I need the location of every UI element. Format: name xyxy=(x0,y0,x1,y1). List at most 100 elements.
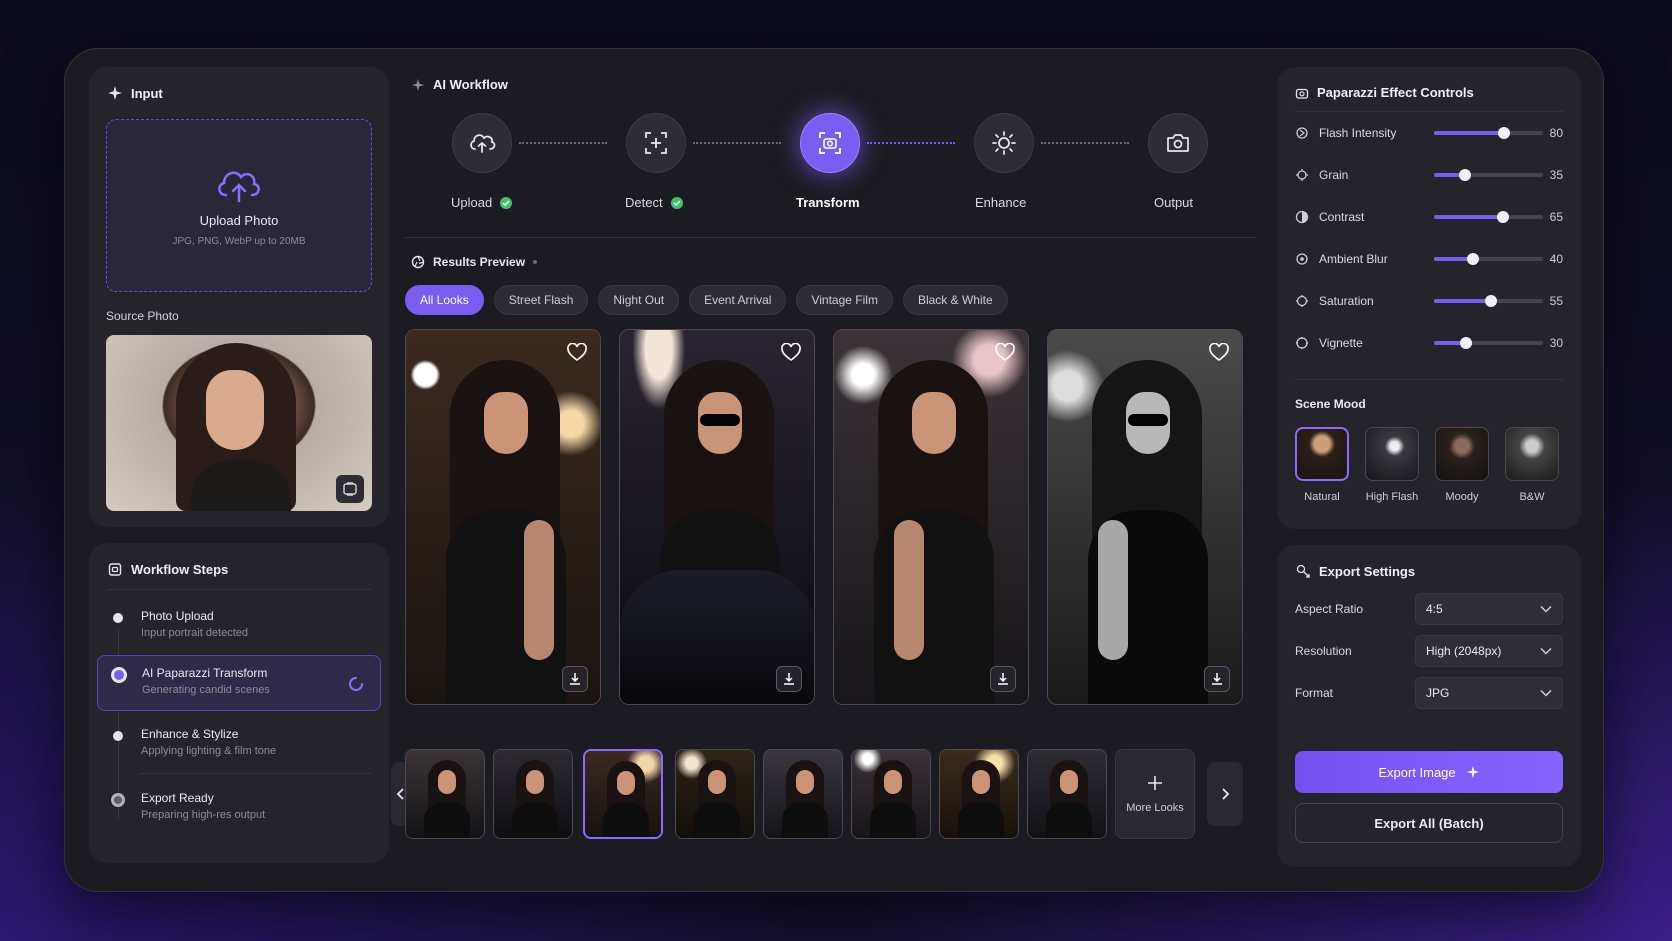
download-icon[interactable] xyxy=(776,666,802,692)
resolution-select[interactable]: High (2048px) xyxy=(1415,635,1563,667)
focus-camera-icon xyxy=(801,114,859,172)
step-photo-upload[interactable]: Photo Upload Input portrait detected xyxy=(97,599,381,655)
control-flash-intensity: Flash Intensity 80 xyxy=(1295,123,1563,143)
workflow-node-enhance[interactable] xyxy=(974,113,1034,173)
clipboard-icon xyxy=(107,561,123,577)
contrast-slider[interactable] xyxy=(1434,211,1544,223)
plus-icon xyxy=(1146,774,1164,792)
thumbnail[interactable] xyxy=(405,749,485,839)
chevron-down-icon xyxy=(1540,689,1552,697)
face-scan-icon xyxy=(627,114,685,172)
filter-chip-vintage-film[interactable]: Vintage Film xyxy=(796,285,893,315)
flash-intensity-slider[interactable] xyxy=(1434,127,1544,139)
download-icon[interactable] xyxy=(1204,666,1230,692)
ambient-blur-slider[interactable] xyxy=(1434,253,1544,265)
saturation-icon xyxy=(1295,294,1309,308)
thumbnail[interactable] xyxy=(763,749,843,839)
thumbnail-selected[interactable] xyxy=(583,749,663,839)
download-icon[interactable] xyxy=(990,666,1016,692)
upload-hint: JPG, PNG, WebP up to 20MB xyxy=(172,235,306,247)
node-label-transform: Transform xyxy=(796,195,860,210)
cloud-upload-icon xyxy=(453,114,511,172)
mood-bw[interactable]: B&W xyxy=(1505,427,1559,503)
thumbnail[interactable] xyxy=(851,749,931,839)
scene-mood-title: Scene Mood xyxy=(1295,397,1366,411)
more-looks-button[interactable]: More Looks xyxy=(1115,749,1195,839)
export-settings-panel: Export Settings Aspect Ratio 4:5 Resolut… xyxy=(1277,545,1581,867)
cloud-upload-icon xyxy=(214,165,264,205)
workflow-steps-panel: Workflow Steps Photo Upload Input portra… xyxy=(89,543,389,863)
thumbnail[interactable] xyxy=(493,749,573,839)
workflow-node-transform[interactable] xyxy=(800,113,860,173)
loading-spinner-icon xyxy=(348,676,364,692)
workflow-node-upload[interactable] xyxy=(452,113,512,173)
mood-natural[interactable]: Natural xyxy=(1295,427,1349,503)
saturation-slider[interactable] xyxy=(1434,295,1544,307)
step-export-ready[interactable]: Export Ready Preparing high-res output xyxy=(97,781,381,837)
grain-slider[interactable] xyxy=(1434,169,1544,181)
download-icon[interactable] xyxy=(562,666,588,692)
filter-chip-night-out[interactable]: Night Out xyxy=(598,285,680,315)
upload-title: Upload Photo xyxy=(199,212,279,228)
node-label-output: Output xyxy=(1154,195,1194,210)
export-settings-header: Export Settings xyxy=(1295,563,1415,579)
control-grain: Grain 35 xyxy=(1295,165,1563,185)
step-ai-paparazzi-transform[interactable]: AI Paparazzi Transform Generating candid… xyxy=(97,655,381,711)
chevron-down-icon xyxy=(1540,647,1552,655)
filter-chip-all-looks[interactable]: All Looks xyxy=(405,285,484,315)
chevron-down-icon xyxy=(1540,605,1552,613)
thumbnail[interactable] xyxy=(1027,749,1107,839)
heart-icon[interactable] xyxy=(780,342,802,364)
node-label-detect: Detect xyxy=(625,195,683,210)
mood-high-flash[interactable]: High Flash xyxy=(1365,427,1419,503)
sparkle-icon xyxy=(411,78,425,92)
step-enhance-stylize[interactable]: Enhance & Stylize Applying lighting & fi… xyxy=(97,717,381,773)
vignette-icon xyxy=(1295,336,1309,350)
thumbnail-next-button[interactable] xyxy=(1207,762,1243,826)
node-label-enhance: Enhance xyxy=(975,195,1027,210)
result-card[interactable] xyxy=(1047,329,1243,705)
workflow-node-detect[interactable] xyxy=(626,113,686,173)
chevron-right-icon xyxy=(1220,787,1230,801)
format-select[interactable]: JPG xyxy=(1415,677,1563,709)
control-saturation: Saturation 55 xyxy=(1295,291,1563,311)
result-card[interactable] xyxy=(405,329,601,705)
upload-dropzone[interactable]: Upload Photo JPG, PNG, WebP up to 20MB xyxy=(106,119,372,292)
filter-chip-black-white[interactable]: Black & White xyxy=(902,285,1008,315)
workflow-steps-header: Workflow Steps xyxy=(107,561,228,577)
more-looks-label: More Looks xyxy=(1126,802,1184,814)
vignette-slider[interactable] xyxy=(1434,337,1544,349)
ai-workflow-title: AI Workflow xyxy=(433,77,508,92)
app-window: Input Upload Photo JPG, PNG, WebP up to … xyxy=(64,48,1604,892)
sun-icon xyxy=(975,114,1033,172)
control-ambient-blur: Ambient Blur 40 xyxy=(1295,249,1563,269)
aspect-ratio-select[interactable]: 4:5 xyxy=(1415,593,1563,625)
export-image-button[interactable]: Export Image xyxy=(1295,751,1563,793)
heart-icon[interactable] xyxy=(566,342,588,364)
paparazzi-effect-controls-panel: Paparazzi Effect Controls Flash Intensit… xyxy=(1277,67,1581,529)
format-row: Format JPG xyxy=(1295,677,1563,709)
filter-chip-street-flash[interactable]: Street Flash xyxy=(493,285,589,315)
export-settings-title: Export Settings xyxy=(1319,563,1416,579)
sparkle-icon xyxy=(1466,765,1480,779)
check-icon xyxy=(670,196,683,209)
source-photo-label: Source Photo xyxy=(106,309,179,323)
export-all-batch-button[interactable]: Export All (Batch) xyxy=(1295,803,1563,843)
camera-icon xyxy=(1149,114,1207,172)
result-card[interactable] xyxy=(833,329,1029,705)
effects-header: Paparazzi Effect Controls xyxy=(1295,85,1474,100)
replace-photo-button[interactable] xyxy=(336,475,364,503)
thumbnail-strip: More Looks xyxy=(391,749,1257,839)
filter-chip-event-arrival[interactable]: Event Arrival xyxy=(689,285,787,315)
mood-moody[interactable]: Moody xyxy=(1435,427,1489,503)
thumbnail[interactable] xyxy=(939,749,1019,839)
heart-icon[interactable] xyxy=(994,342,1016,364)
thumbnail[interactable] xyxy=(675,749,755,839)
flash-icon xyxy=(1295,126,1309,140)
control-contrast: Contrast 65 xyxy=(1295,207,1563,227)
heart-icon[interactable] xyxy=(1208,342,1230,364)
workflow-node-output[interactable] xyxy=(1148,113,1208,173)
result-card[interactable] xyxy=(619,329,815,705)
source-photo xyxy=(106,335,372,511)
resolution-row: Resolution High (2048px) xyxy=(1295,635,1563,667)
